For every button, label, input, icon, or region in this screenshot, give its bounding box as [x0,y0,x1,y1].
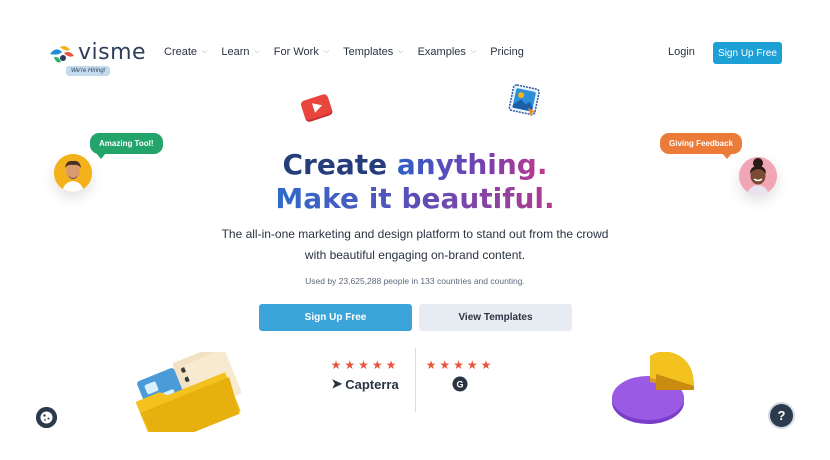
chevron-down-icon: ⌵ [398,48,404,55]
hero-subtitle-line-2: with beautiful engaging on-brand content… [304,248,526,262]
nav-for-work[interactable]: For Work ⌵ [274,46,329,58]
ratings-divider [415,348,416,412]
hero-title-make-beautiful: Make it beautiful. [275,182,555,215]
image-select-icon [508,84,540,117]
nav-for-work-label: For Work [273,46,319,58]
user-count-text: Used by 23,625,288 people in 133 countri… [305,276,525,286]
svg-text:G: G [456,380,463,390]
hero-title-create: Create [282,148,388,181]
capterra-brand-name: Capterra [345,376,399,392]
nav-templates[interactable]: Templates ⌵ [343,46,403,58]
nav-pricing-label: Pricing [490,46,524,58]
chevron-down-icon: ⌵ [470,48,477,55]
folder-documents-illustration [135,352,242,432]
g2-logo-icon: G [452,376,468,392]
chevron-down-icon: ⌵ [323,48,330,55]
site-header: visme We're Hiring! Create ⌵ Learn ⌵ For W… [0,38,830,78]
nav-pricing[interactable]: Pricing [490,46,524,58]
nav-create-label: Create [164,46,198,58]
main-nav: Create ⌵ Learn ⌵ For Work ⌵ Templates ⌵ Exam… [164,46,538,58]
cookie-icon [36,407,57,428]
nav-create[interactable]: Create ⌵ [164,46,207,58]
logo-wordmark: visme [78,40,147,65]
hero-title-line-2: Make it beautiful. [0,182,830,215]
capterra-rating[interactable]: ★★★★★ ➤ Capterra [325,358,405,392]
g2-logo: G [425,376,495,392]
hero-subtitle-line-1: The all-in-one marketing and design plat… [221,227,609,241]
view-templates-button[interactable]: View Templates [419,304,572,331]
capterra-arrow-icon: ➤ [331,376,343,391]
nav-learn[interactable]: Learn ⌵ [221,46,259,58]
hero-title-anything: anything. [396,148,548,181]
hiring-badge[interactable]: We're Hiring! [66,66,111,76]
help-chat-button[interactable]: ? [768,402,795,429]
nav-examples[interactable]: Examples ⌵ [418,46,477,58]
nav-learn-label: Learn [221,46,250,58]
chevron-down-icon: ⌵ [202,48,208,55]
nav-templates-label: Templates [343,46,394,58]
cookie-settings-icon[interactable] [36,407,57,428]
login-link[interactable]: Login [668,46,695,58]
chevron-down-icon: ⌵ [254,48,260,55]
visme-logo-icon [50,46,74,63]
star-rating-icon: ★★★★★ [330,358,400,372]
video-play-icon [301,94,333,122]
signup-header-button[interactable]: Sign Up Free [713,42,782,64]
pie-chart-illustration [612,352,694,424]
visme-logo[interactable]: visme We're Hiring! [48,40,148,76]
signup-hero-button[interactable]: Sign Up Free [259,304,412,331]
hero-title-line-1: Create anything. [0,148,830,181]
capterra-logo: ➤ Capterra [325,376,405,392]
nav-examples-label: Examples [417,46,466,58]
g2-rating[interactable]: ★★★★★ G [425,358,495,392]
star-rating-icon: ★★★★★ [425,358,495,372]
